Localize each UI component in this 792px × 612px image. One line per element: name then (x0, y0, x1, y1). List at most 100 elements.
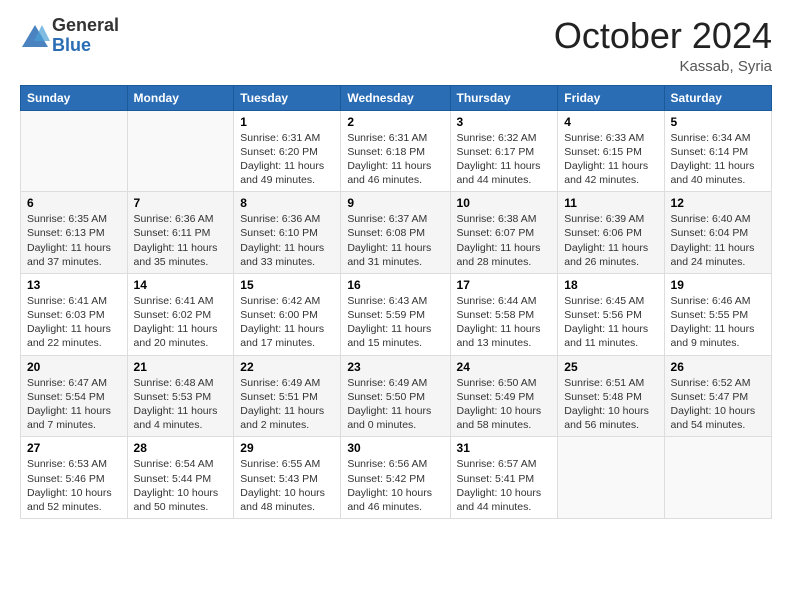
day-cell: 23 Sunrise: 6:49 AM Sunset: 5:50 PM Dayli… (341, 355, 450, 437)
day-number: 15 (240, 278, 334, 292)
logo: General Blue (20, 16, 119, 56)
day-cell (127, 110, 234, 192)
day-cell: 2Sunrise: 6:31 AM Sunset: 6:18 PM Daylig… (341, 110, 450, 192)
day-number: 22 (240, 360, 334, 374)
day-number: 9 (347, 196, 443, 210)
day-info: Sunrise: 6:45 AM Sunset: 5:56 PM Dayligh… (564, 294, 657, 351)
header-friday: Friday (558, 85, 664, 110)
day-info: Sunrise: 6:37 AM Sunset: 6:08 PM Dayligh… (347, 212, 443, 269)
day-info: Sunrise: 6:38 AM Sunset: 6:07 PM Dayligh… (457, 212, 552, 269)
day-cell: 21 Sunrise: 6:48 AM Sunset: 5:53 PM Dayli… (127, 355, 234, 437)
day-info: Sunrise: 6:42 AM Sunset: 6:00 PM Dayligh… (240, 294, 334, 351)
day-info: Sunrise: 6:31 AM Sunset: 6:18 PM Dayligh… (347, 131, 443, 188)
day-cell: 25 Sunrise: 6:51 AM Sunset: 5:48 PM Dayli… (558, 355, 664, 437)
header-monday: Monday (127, 85, 234, 110)
location: Kassab, Syria (554, 58, 772, 75)
header-saturday: Saturday (664, 85, 771, 110)
day-number: 23 (347, 360, 443, 374)
day-info: Sunrise: 6:53 AM Sunset: 5:46 PM Dayligh… (27, 457, 121, 514)
day-number: 11 (564, 196, 657, 210)
day-number: 30 (347, 441, 443, 455)
header-thursday: Thursday (450, 85, 558, 110)
day-number: 18 (564, 278, 657, 292)
logo-text: General Blue (52, 16, 119, 56)
day-number: 1 (240, 115, 334, 129)
day-cell: 26 Sunrise: 6:52 AM Sunset: 5:47 PM Dayli… (664, 355, 771, 437)
day-cell (21, 110, 128, 192)
title-block: October 2024 Kassab, Syria (554, 16, 772, 75)
week-row-4: 20Sunrise: 6:47 AM Sunset: 5:54 PM Dayli… (21, 355, 772, 437)
day-cell (664, 437, 771, 519)
day-cell (558, 437, 664, 519)
day-cell: 27 Sunrise: 6:53 AM Sunset: 5:46 PM Dayli… (21, 437, 128, 519)
week-row-3: 13 Sunrise: 6:41 AM Sunset: 6:03 PM Dayli… (21, 273, 772, 355)
logo-icon (20, 21, 50, 51)
week-row-2: 6 Sunrise: 6:35 AM Sunset: 6:13 PM Daylig… (21, 192, 772, 274)
day-info: Sunrise: 6:34 AM Sunset: 6:14 PM Dayligh… (671, 131, 765, 188)
day-number: 21 (134, 360, 228, 374)
logo-blue-text: Blue (52, 36, 119, 56)
week-row-1: 1 Sunrise: 6:31 AM Sunset: 6:20 PM Daylig… (21, 110, 772, 192)
day-number: 19 (671, 278, 765, 292)
day-number: 20 (27, 360, 121, 374)
day-cell: 10 Sunrise: 6:38 AM Sunset: 6:07 PM Dayli… (450, 192, 558, 274)
month-title: October 2024 (554, 16, 772, 56)
day-number: 17 (457, 278, 552, 292)
header-sunday: Sunday (21, 85, 128, 110)
day-number: 28 (134, 441, 228, 455)
day-cell: 17 Sunrise: 6:44 AM Sunset: 5:58 PM Dayli… (450, 273, 558, 355)
day-cell: 11 Sunrise: 6:39 AM Sunset: 6:06 PM Dayli… (558, 192, 664, 274)
day-info: Sunrise: 6:39 AM Sunset: 6:06 PM Dayligh… (564, 212, 657, 269)
day-info: Sunrise: 6:40 AM Sunset: 6:04 PM Dayligh… (671, 212, 765, 269)
day-cell: 24Sunrise: 6:50 AM Sunset: 5:49 PM Dayli… (450, 355, 558, 437)
calendar-page: General Blue October 2024 Kassab, Syria … (0, 0, 792, 612)
day-info: Sunrise: 6:31 AM Sunset: 6:20 PM Dayligh… (240, 131, 334, 188)
day-info: Sunrise: 6:33 AM Sunset: 6:15 PM Dayligh… (564, 131, 657, 188)
day-number: 4 (564, 115, 657, 129)
day-cell: 9 Sunrise: 6:37 AM Sunset: 6:08 PM Daylig… (341, 192, 450, 274)
day-cell: 19 Sunrise: 6:46 AM Sunset: 5:55 PM Dayli… (664, 273, 771, 355)
day-info: Sunrise: 6:35 AM Sunset: 6:13 PM Dayligh… (27, 212, 121, 269)
day-info: Sunrise: 6:55 AM Sunset: 5:43 PM Dayligh… (240, 457, 334, 514)
header-wednesday: Wednesday (341, 85, 450, 110)
day-number: 27 (27, 441, 121, 455)
day-cell: 6 Sunrise: 6:35 AM Sunset: 6:13 PM Daylig… (21, 192, 128, 274)
day-cell: 29 Sunrise: 6:55 AM Sunset: 5:43 PM Dayli… (234, 437, 341, 519)
day-number: 13 (27, 278, 121, 292)
day-number: 5 (671, 115, 765, 129)
day-info: Sunrise: 6:36 AM Sunset: 6:11 PM Dayligh… (134, 212, 228, 269)
day-cell: 22 Sunrise: 6:49 AM Sunset: 5:51 PM Dayli… (234, 355, 341, 437)
day-cell: 18 Sunrise: 6:45 AM Sunset: 5:56 PM Dayli… (558, 273, 664, 355)
day-cell: 16Sunrise: 6:43 AM Sunset: 5:59 PM Dayli… (341, 273, 450, 355)
day-info: Sunrise: 6:41 AM Sunset: 6:03 PM Dayligh… (27, 294, 121, 351)
day-cell: 28Sunrise: 6:54 AM Sunset: 5:44 PM Dayli… (127, 437, 234, 519)
day-number: 29 (240, 441, 334, 455)
day-cell: 20Sunrise: 6:47 AM Sunset: 5:54 PM Dayli… (21, 355, 128, 437)
day-number: 7 (134, 196, 228, 210)
day-info: Sunrise: 6:52 AM Sunset: 5:47 PM Dayligh… (671, 376, 765, 433)
week-row-5: 27 Sunrise: 6:53 AM Sunset: 5:46 PM Dayli… (21, 437, 772, 519)
day-number: 10 (457, 196, 552, 210)
day-cell: 15 Sunrise: 6:42 AM Sunset: 6:00 PM Dayli… (234, 273, 341, 355)
day-cell: 14Sunrise: 6:41 AM Sunset: 6:02 PM Dayli… (127, 273, 234, 355)
day-number: 25 (564, 360, 657, 374)
day-info: Sunrise: 6:51 AM Sunset: 5:48 PM Dayligh… (564, 376, 657, 433)
day-cell: 4 Sunrise: 6:33 AM Sunset: 6:15 PM Daylig… (558, 110, 664, 192)
day-cell: 5 Sunrise: 6:34 AM Sunset: 6:14 PM Daylig… (664, 110, 771, 192)
day-info: Sunrise: 6:49 AM Sunset: 5:51 PM Dayligh… (240, 376, 334, 433)
day-number: 24 (457, 360, 552, 374)
day-info: Sunrise: 6:41 AM Sunset: 6:02 PM Dayligh… (134, 294, 228, 351)
day-info: Sunrise: 6:44 AM Sunset: 5:58 PM Dayligh… (457, 294, 552, 351)
day-number: 8 (240, 196, 334, 210)
day-number: 31 (457, 441, 552, 455)
day-number: 6 (27, 196, 121, 210)
day-cell: 7 Sunrise: 6:36 AM Sunset: 6:11 PM Daylig… (127, 192, 234, 274)
day-info: Sunrise: 6:49 AM Sunset: 5:50 PM Dayligh… (347, 376, 443, 433)
day-info: Sunrise: 6:36 AM Sunset: 6:10 PM Dayligh… (240, 212, 334, 269)
day-info: Sunrise: 6:48 AM Sunset: 5:53 PM Dayligh… (134, 376, 228, 433)
day-number: 26 (671, 360, 765, 374)
day-info: Sunrise: 6:56 AM Sunset: 5:42 PM Dayligh… (347, 457, 443, 514)
day-cell: 13 Sunrise: 6:41 AM Sunset: 6:03 PM Dayli… (21, 273, 128, 355)
day-info: Sunrise: 6:46 AM Sunset: 5:55 PM Dayligh… (671, 294, 765, 351)
day-cell: 1 Sunrise: 6:31 AM Sunset: 6:20 PM Daylig… (234, 110, 341, 192)
